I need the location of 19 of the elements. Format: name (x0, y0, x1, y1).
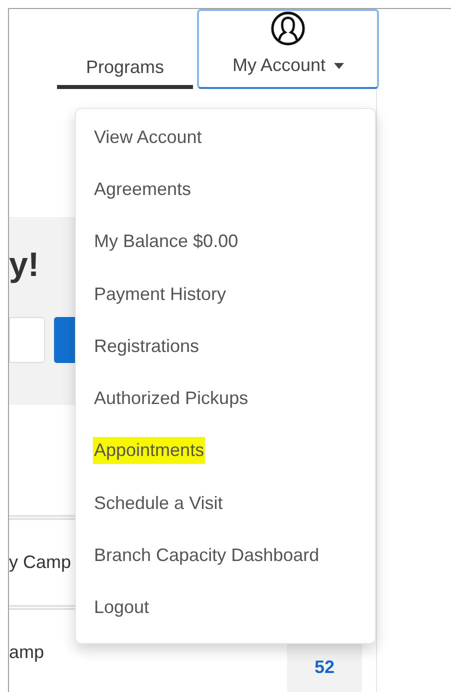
program-name: amp (9, 641, 44, 664)
menu-item[interactable]: Schedule a Visit (93, 490, 224, 517)
menu-item[interactable]: View Account (93, 124, 203, 151)
menu-item[interactable]: Authorized Pickups (93, 385, 250, 412)
search-field[interactable] (9, 317, 45, 363)
menu-item[interactable]: Registrations (93, 332, 200, 360)
menu-item[interactable]: Appointments (93, 437, 206, 464)
hero-heading: y! (9, 245, 40, 285)
account-menu-button[interactable]: My Account (197, 9, 379, 89)
program-name: y Camp (9, 551, 72, 574)
menu-item[interactable]: Payment History (93, 280, 228, 308)
menu-item[interactable]: My Balance $0.00 (93, 228, 240, 256)
count-badge: 52 (287, 642, 362, 692)
caret-icon (334, 62, 344, 68)
user-icon (270, 11, 306, 46)
menu-item[interactable]: Agreements (93, 176, 192, 203)
programs-tab[interactable]: Programs (57, 49, 193, 89)
menu-item[interactable]: Branch Capacity Dashboard (93, 542, 320, 570)
menu-item[interactable]: Logout (93, 594, 150, 622)
